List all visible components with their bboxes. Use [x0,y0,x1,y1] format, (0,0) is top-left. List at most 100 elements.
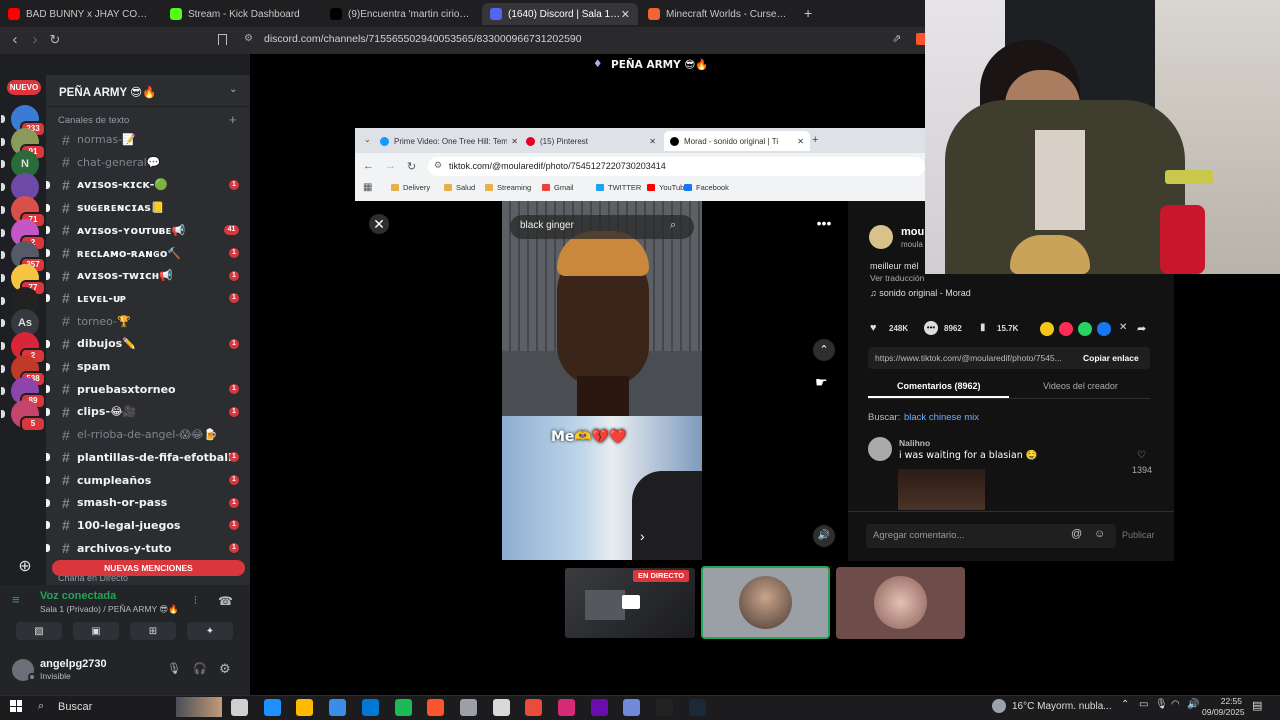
back-icon[interactable]: ‹ [6,31,24,48]
taskbar-search[interactable]: Buscar [58,701,92,713]
add-comment-placeholder[interactable]: Agregar comentario... [873,530,964,541]
channel-item[interactable]: # spam [62,357,242,377]
heart-icon[interactable]: ♥ [870,322,877,334]
add-server-icon[interactable]: ⊕ [11,556,39,576]
video-link[interactable]: https://www.tiktok.com/@moularedif/photo… [875,353,1062,363]
site-info-icon[interactable]: ⚙ [244,33,253,44]
bookmark-icon[interactable] [218,34,227,45]
bookmark-item[interactable]: Gmail [542,183,574,192]
coin-share-icon[interactable] [1040,322,1054,336]
inner-tab-menu-icon[interactable]: ⌄ [364,135,371,144]
inner-browser-tab[interactable]: Prime Video: One Tree Hill: Tem ✕ [374,131,524,151]
snipping-icon[interactable] [459,699,477,716]
browser-tab[interactable]: Minecraft Worlds - CurseForge [640,3,798,25]
inner-browser-tab[interactable]: (15) Pinterest ✕ [520,131,662,151]
commenter-avatar[interactable] [868,437,892,461]
bookmark-item[interactable]: YouTube [647,183,688,192]
inner-new-tab[interactable]: + [812,134,818,146]
edge-icon[interactable] [263,699,281,716]
emoji-icon[interactable]: ☺ [1094,528,1105,540]
settings-icon[interactable]: ⚙ [219,661,231,677]
steam-icon[interactable] [688,699,706,716]
tab-creator-videos[interactable]: Videos del creador [1043,381,1118,391]
whatsapp-icon[interactable] [1078,322,1092,336]
inner-reload-icon[interactable]: ↻ [407,160,416,173]
browser-tab[interactable]: Stream - Kick Dashboard [162,3,320,25]
author-avatar[interactable] [869,225,893,249]
commenter-name[interactable]: Nalihno [899,438,930,448]
more-icon[interactable]: ••• [813,215,835,235]
sound-link[interactable]: ♫ sonido original - Morad [870,288,971,298]
apps-icon[interactable]: ▦ [363,182,372,193]
wifi-icon[interactable]: ◠ [1171,699,1180,710]
headphones-icon[interactable]: 🎧 [193,662,207,675]
new-tab-button[interactable]: + [804,5,812,21]
disconnect-icon[interactable]: ☎ [218,594,233,608]
previous-icon[interactable]: ⌃ [813,339,835,361]
tiktok-search-text[interactable]: black ginger [520,220,574,231]
tray-chevron-icon[interactable]: ⌃ [1121,699,1129,710]
channel-item[interactable]: # ʀᴇᴄʟᴀᴍᴏ-ʀᴀɴɢᴏ🔨 [62,243,242,263]
close-tab-icon[interactable]: ✕ [621,8,630,21]
voice-status[interactable]: Voz conectada [40,590,116,602]
channel-item[interactable]: # pruebasxtorneo [62,379,242,399]
notifications-icon[interactable]: ▤ [1252,699,1262,712]
repost-share-icon[interactable] [1059,322,1073,336]
share-icon[interactable]: ⇗ [892,32,901,45]
chevron-down-icon[interactable]: ⌄ [229,84,237,95]
reload-icon[interactable]: ↻ [46,32,64,48]
tray-mic-icon[interactable]: 🎙 [1155,699,1168,710]
facebook-icon[interactable] [1097,322,1111,336]
browser-tab[interactable]: (9)Encuentra 'martin cirio peru ' en [322,3,480,25]
brave-taskbar-icon[interactable] [427,699,445,716]
bookmark-item[interactable]: Facebook [684,183,729,192]
x-share-icon[interactable]: ✕ [1119,322,1127,333]
channel-item[interactable]: # smash-or-pass [62,493,242,513]
tab-comments[interactable]: Comentarios (8962) [897,381,981,391]
channel-item[interactable]: # torneo-🏆 [62,311,242,331]
screen-share-button[interactable]: ▣ [73,622,119,640]
store-icon[interactable] [329,699,347,716]
browser-tab[interactable]: BAD BUNNY x JHAY CORTEZ - DÁKI [0,3,158,25]
next-photo-icon[interactable]: › [640,528,645,544]
inner-tab-close-icon[interactable]: ✕ [511,137,518,146]
publish-button[interactable]: Publicar [1122,530,1155,540]
bookmark-item[interactable]: Delivery [391,183,430,192]
microphone-icon[interactable]: 🎙 [167,662,181,675]
author-name[interactable]: mou [901,226,924,238]
instagram-icon[interactable] [558,699,575,716]
bookmark-item[interactable]: Salud [444,183,475,192]
channel-item[interactable]: # cumpleaños [62,470,242,490]
comment-icon[interactable]: ••• [924,321,938,335]
mention-icon[interactable]: @ [1071,528,1082,540]
channel-item[interactable]: # chat-general💬 [62,152,242,172]
bookmark-item[interactable]: TWITTER [596,183,641,192]
obs-icon[interactable] [656,699,674,716]
bookmark-item[interactable]: Streaming [485,183,531,192]
speaker-icon[interactable]: 🔊 [1187,699,1199,710]
volume-icon[interactable]: 🔊 [813,525,835,547]
add-channel-icon[interactable]: + [229,112,237,127]
close-icon[interactable]: ✕ [369,214,389,234]
mail-icon[interactable] [361,699,379,716]
channel-item[interactable]: # sᴜɢᴇʀᴇɴᴄɪᴀs📒 [62,198,242,218]
author-handle[interactable]: moula [901,240,923,249]
inner-tab-close-icon[interactable]: ✕ [797,137,804,146]
search-icon[interactable]: ⌕ [670,219,676,232]
soundboard-button[interactable]: ✦ [187,622,233,640]
translate-link[interactable]: Ver traducción [870,273,924,283]
tiktok-photo[interactable] [502,201,702,560]
section-text-channels[interactable]: Canales de texto [58,115,129,126]
game-icon[interactable] [590,699,608,716]
channel-item[interactable]: # archivos-y-tuto [62,538,242,558]
forward-icon[interactable]: › [26,31,44,48]
username[interactable]: angelpg2730 [40,658,107,670]
noise-suppression-icon[interactable]: ⫶ [194,595,197,608]
new-mentions-button[interactable]: NUEVAS MENCIONES [52,560,245,576]
channel-item[interactable]: # normas-📝 [62,130,242,150]
spotify-icon[interactable] [394,699,412,716]
inner-forward-icon[interactable]: → [385,160,396,172]
voice-channel[interactable]: Sala 1 (Privado) / PEÑA ARMY 😎🔥 [40,604,179,615]
search-suggestion[interactable]: black chinese mix [904,412,979,423]
camera-button[interactable]: ▨ [16,622,62,640]
